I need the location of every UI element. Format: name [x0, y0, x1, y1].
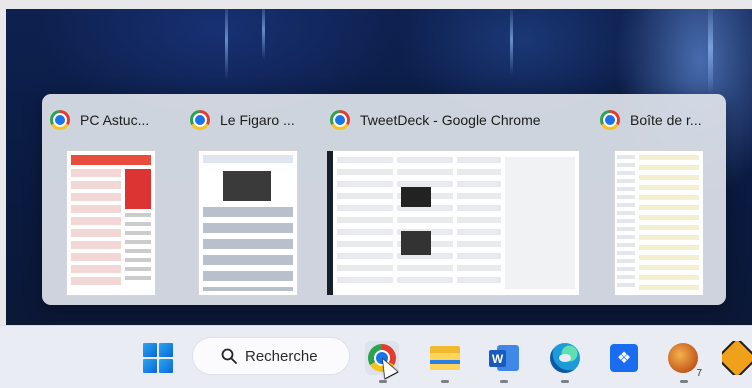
search-icon: [221, 348, 237, 364]
dropbox-icon: ❖: [610, 344, 638, 372]
chrome-icon: [600, 110, 620, 130]
preview-articles: [203, 207, 293, 291]
taskbar-app-warning[interactable]: [722, 341, 752, 375]
window-thumbnail-pc-astuces[interactable]: PC Astuc...: [42, 94, 182, 305]
chrome-icon: [50, 110, 70, 130]
thumbnail-title: PC Astuc...: [80, 112, 150, 128]
preview-mail-list: [639, 155, 699, 291]
preview-media: [401, 187, 431, 207]
window-thumbnail-boite-de-reception[interactable]: Boîte de r...: [592, 94, 726, 305]
running-indicator: [441, 380, 449, 383]
search-label: Recherche: [245, 347, 318, 365]
taskbar: Recherche W ❖ 7: [0, 325, 752, 388]
thumbnail-header: PC Astuc...: [50, 109, 149, 131]
notification-badge: 7: [696, 368, 702, 379]
preview-mail-folders: [617, 155, 635, 291]
running-indicator: [680, 380, 688, 383]
thumbnail-title: Boîte de r...: [630, 112, 702, 128]
start-button[interactable]: [141, 341, 175, 375]
thumbnail-title: Le Figaro ...: [220, 112, 295, 128]
window-preview[interactable]: [326, 150, 580, 296]
preview-header: [203, 155, 293, 163]
window-thumbnail-le-figaro[interactable]: Le Figaro ...: [182, 94, 322, 305]
preview-hero-image: [223, 171, 271, 201]
running-indicator: [379, 380, 387, 383]
chrome-icon: [330, 110, 350, 130]
taskbar-app-dropbox[interactable]: ❖: [607, 341, 641, 375]
chrome-icon: [190, 110, 210, 130]
window-preview[interactable]: [614, 150, 704, 296]
thumbnail-title: TweetDeck - Google Chrome: [360, 112, 541, 128]
running-indicator: [500, 380, 508, 383]
thumbnail-header: Boîte de r...: [600, 109, 702, 131]
wallpaper-streak: [708, 0, 713, 95]
warning-icon: [722, 341, 752, 375]
wallpaper-streak: [262, 0, 265, 60]
preview-column-1: [337, 157, 393, 289]
taskbar-search[interactable]: Recherche: [192, 337, 350, 375]
preview-content: [71, 169, 121, 289]
preview-ad: [125, 169, 151, 209]
taskbar-app-word[interactable]: W: [487, 341, 521, 375]
taskbar-app-file-explorer[interactable]: [428, 341, 462, 375]
thumbnail-header: Le Figaro ...: [190, 109, 295, 131]
taskbar-app-edge[interactable]: [548, 341, 582, 375]
preview-nav-rail: [327, 151, 333, 295]
window-preview[interactable]: [198, 150, 298, 296]
word-icon: W: [489, 343, 519, 373]
game-icon: 7: [668, 343, 702, 379]
windows-logo-icon: [143, 343, 173, 373]
thumbnail-header: TweetDeck - Google Chrome: [330, 109, 541, 131]
preview-column-3: [457, 157, 501, 289]
preview-column-2: [397, 157, 453, 289]
window-thumbnail-tweetdeck[interactable]: TweetDeck - Google Chrome: [322, 94, 592, 305]
wallpaper-streak: [225, 0, 228, 80]
taskbar-app-game[interactable]: 7: [666, 341, 702, 379]
preview-banner: [71, 155, 151, 165]
preview-sidebar: [125, 213, 151, 283]
edge-icon: [550, 343, 580, 373]
window-frame-top: [0, 0, 752, 9]
taskbar-thumbnail-flyout: PC Astuc... Le Figaro ... TweetDeck - Go…: [42, 94, 726, 305]
preview-column-4: [505, 157, 575, 289]
window-preview[interactable]: [66, 150, 156, 296]
window-frame-left: [0, 0, 6, 325]
running-indicator: [561, 380, 569, 383]
folder-icon: [430, 346, 460, 370]
wallpaper-streak: [510, 5, 513, 75]
preview-media: [401, 231, 431, 255]
